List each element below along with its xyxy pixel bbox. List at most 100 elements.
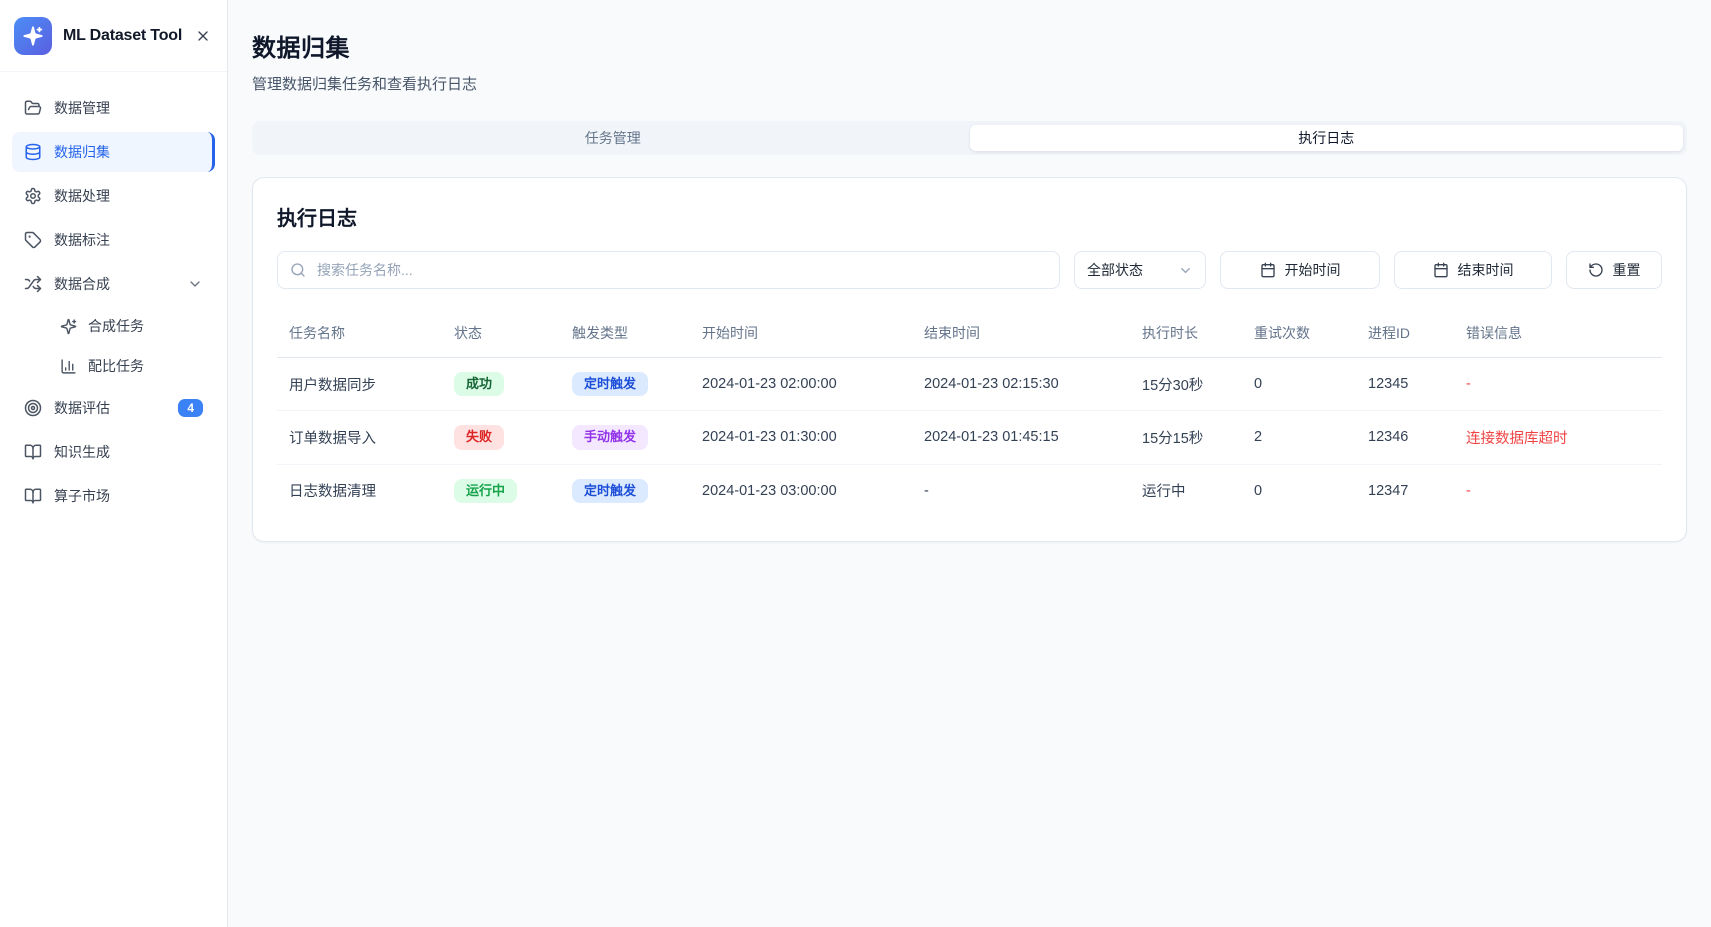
sidebar-item-label: 数据评估 — [54, 398, 166, 418]
calendar-icon — [1433, 262, 1449, 278]
tab-task-management[interactable]: 任务管理 — [256, 125, 970, 151]
filter-toolbar: 全部状态 开始时间 结束时间 重置 — [277, 251, 1662, 289]
process-id-cell: 12347 — [1356, 464, 1454, 517]
process-id-cell: 12345 — [1356, 358, 1454, 411]
sidebar-header: ML Dataset Tool — [0, 0, 227, 72]
column-header: 进程ID — [1356, 313, 1454, 358]
sidebar-item-data-evaluation[interactable]: 数据评估 4 — [12, 388, 215, 428]
error-message-cell: 连接数据库超时 — [1454, 411, 1662, 464]
trigger-type-cell: 定时触发 — [560, 464, 690, 517]
page-title: 数据归集 — [252, 28, 1687, 63]
column-header: 状态 — [442, 313, 560, 358]
search-input[interactable] — [315, 261, 1047, 279]
close-icon — [195, 28, 211, 44]
column-header: 重试次数 — [1242, 313, 1356, 358]
sidebar-nav: 数据管理数据归集数据处理数据标注数据合成合成任务配比任务数据评估 4 知识生成算子市… — [0, 72, 227, 532]
table-row: 订单数据导入失败手动触发2024-01-23 01:30:002024-01-2… — [277, 411, 1662, 464]
trigger-type-badge: 定时触发 — [572, 479, 648, 503]
sidebar-item-knowledge-generation[interactable]: 知识生成 — [12, 432, 215, 472]
duration-cell: 运行中 — [1130, 464, 1242, 517]
start-time-label: 开始时间 — [1285, 260, 1341, 280]
book-open-icon — [24, 487, 42, 505]
sidebar-item-label: 数据合成 — [54, 274, 175, 294]
end-time-cell: 2024-01-23 02:15:30 — [912, 358, 1130, 411]
end-time-cell: 2024-01-23 01:45:15 — [912, 411, 1130, 464]
status-badge: 成功 — [454, 372, 504, 396]
table-row: 用户数据同步成功 定时触发 2024-01-23 02:00:002024-01-2… — [277, 358, 1662, 411]
error-message-text: - — [1466, 376, 1471, 392]
table-header-row: 任务名称状态触发类型开始时间结束时间执行时长重试次数进程ID错误信息 — [277, 313, 1662, 358]
sidebar-item-data-collection[interactable]: 数据归集 — [12, 132, 215, 172]
trigger-type-badge: 手动触发 — [572, 425, 648, 449]
bar-chart-icon — [60, 358, 77, 375]
sidebar-item-data-processing[interactable]: 数据处理 — [12, 176, 215, 216]
execution-logs-card: 执行日志 全部状态 开始时间 结束时间 — [252, 177, 1687, 542]
column-header: 执行时长 — [1130, 313, 1242, 358]
task-name-cell: 用户数据同步 — [277, 358, 442, 411]
column-header: 任务名称 — [277, 313, 442, 358]
sparkles-icon — [60, 318, 77, 335]
sidebar-item-label: 数据归集 — [54, 142, 200, 162]
trigger-type-badge: 定时触发 — [572, 372, 648, 396]
folder-open-icon — [24, 99, 42, 117]
sidebar-item-data-synthesis[interactable]: 数据合成 — [12, 264, 215, 304]
start-time-cell: 2024-01-23 01:30:00 — [690, 411, 912, 464]
tab-execution-logs[interactable]: 执行日志 — [970, 125, 1684, 151]
main-content: 数据归集 管理数据归集任务和查看执行日志 任务管理执行日志 执行日志 全部状态 … — [228, 0, 1711, 927]
sidebar-item-label: 数据处理 — [54, 186, 203, 206]
status-filter-select[interactable]: 全部状态 — [1074, 251, 1206, 289]
gear-icon — [24, 187, 42, 205]
column-header: 错误信息 — [1454, 313, 1662, 358]
tag-icon — [24, 231, 42, 249]
sidebar-item-synthesis-tasks[interactable]: 合成任务 — [48, 308, 215, 344]
status-badge: 运行中 — [454, 479, 517, 503]
duration-cell: 15分30秒 — [1130, 358, 1242, 411]
target-icon — [24, 399, 42, 417]
end-time-cell: - — [912, 464, 1130, 517]
status-badge: 失败 — [454, 425, 504, 449]
sidebar-item-label: 算子市场 — [54, 486, 203, 506]
sparkle-icon — [22, 25, 44, 47]
sidebar-item-ratio-tasks[interactable]: 配比任务 — [48, 348, 215, 384]
sidebar-item-label: 配比任务 — [88, 356, 203, 376]
task-name-cell: 日志数据清理 — [277, 464, 442, 517]
sidebar-item-label: 知识生成 — [54, 442, 203, 462]
reset-label: 重置 — [1613, 260, 1641, 280]
start-time-button[interactable]: 开始时间 — [1220, 251, 1380, 289]
sidebar-item-operator-market[interactable]: 算子市场 — [12, 476, 215, 516]
sidebar-close-button[interactable] — [193, 26, 213, 46]
app-window: ML Dataset Tool 数据管理数据归集数据处理数据标注数据合成合成任务… — [0, 0, 1711, 927]
search-icon — [290, 262, 306, 278]
sidebar-item-data-management[interactable]: 数据管理 — [12, 88, 215, 128]
chevron-down-icon — [1178, 263, 1193, 278]
error-message-cell: - — [1454, 358, 1662, 411]
error-message-text: 连接数据库超时 — [1466, 431, 1568, 447]
end-time-label: 结束时间 — [1458, 260, 1514, 280]
retry-count-cell: 0 — [1242, 358, 1356, 411]
sidebar-item-label: 数据管理 — [54, 98, 203, 118]
app-logo — [14, 17, 52, 55]
start-time-cell: 2024-01-23 02:00:00 — [690, 358, 912, 411]
database-icon — [24, 143, 42, 161]
app-title: ML Dataset Tool — [63, 27, 182, 45]
end-time-button[interactable]: 结束时间 — [1394, 251, 1552, 289]
sidebar-item-label: 数据标注 — [54, 230, 203, 250]
notification-count-badge: 4 — [178, 399, 203, 417]
process-id-cell: 12346 — [1356, 411, 1454, 464]
sidebar-item-label: 合成任务 — [88, 316, 203, 336]
tab-bar: 任务管理执行日志 — [252, 121, 1687, 155]
status-cell: 失败 — [442, 411, 560, 464]
calendar-icon — [1260, 262, 1276, 278]
card-title: 执行日志 — [277, 202, 1662, 231]
duration-cell: 15分15秒 — [1130, 411, 1242, 464]
shuffle-icon — [24, 275, 42, 293]
error-message-text: - — [1466, 483, 1471, 499]
reset-button[interactable]: 重置 — [1566, 251, 1662, 289]
retry-count-cell: 0 — [1242, 464, 1356, 517]
error-message-cell: - — [1454, 464, 1662, 517]
start-time-cell: 2024-01-23 03:00:00 — [690, 464, 912, 517]
sidebar-item-data-labeling[interactable]: 数据标注 — [12, 220, 215, 260]
search-box[interactable] — [277, 251, 1060, 289]
reset-icon — [1588, 262, 1604, 278]
column-header: 开始时间 — [690, 313, 912, 358]
